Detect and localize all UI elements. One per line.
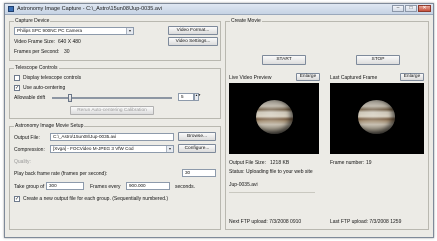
compression-select[interactable]: [Xvga] - FOCVideo M-JPEG 3 VfW Cod ▼ bbox=[50, 145, 174, 153]
last-captured-frame bbox=[330, 83, 424, 154]
status-text: Status: Uploading file to your web site bbox=[229, 169, 313, 175]
status-divider bbox=[229, 192, 315, 193]
window-title: Astronomy Image Capture - C:\_Astro\15un… bbox=[17, 6, 162, 12]
frame-number-value: 19 bbox=[366, 160, 372, 166]
capture-device-group: Capture Device Philips SPC 900NC PC Came… bbox=[9, 18, 221, 61]
display-controls-label: Display telescope controls bbox=[23, 75, 82, 81]
chevron-down-icon: ▼ bbox=[126, 28, 133, 34]
auto-centering-label: Use auto-centering bbox=[23, 85, 66, 91]
display-controls-checkbox[interactable] bbox=[14, 75, 20, 81]
browse-button[interactable]: Browse... bbox=[178, 132, 216, 141]
video-format-button[interactable]: Video Format... bbox=[168, 26, 218, 35]
next-ftp-upload: Next FTP upload: 7/3/2008 0910 bbox=[229, 219, 302, 225]
output-size-label: Output File Size: bbox=[229, 160, 266, 166]
enlarge-last-button[interactable]: Enlarge bbox=[400, 73, 424, 81]
telescope-controls-group: Telescope Controls Display telescope con… bbox=[9, 65, 221, 119]
new-file-checkbox[interactable]: ✓ bbox=[14, 196, 20, 202]
frames-every-field[interactable]: 900.000 bbox=[126, 182, 170, 190]
minimize-button[interactable]: – bbox=[392, 5, 404, 12]
jupiter-image bbox=[256, 100, 293, 134]
drift-label: Allowable drift bbox=[14, 95, 46, 101]
close-button[interactable]: ✕ bbox=[418, 5, 431, 12]
frame-size-label: Video Frame Size: bbox=[14, 39, 56, 45]
rerun-calibration-button[interactable]: Rerun Auto-centering Calibration bbox=[70, 106, 154, 115]
enlarge-live-button[interactable]: Enlarge bbox=[296, 73, 320, 81]
quality-label: Quality: bbox=[14, 159, 31, 165]
output-size-value: 1218 KB bbox=[270, 160, 290, 166]
telescope-controls-title: Telescope Controls bbox=[14, 65, 59, 71]
fps-label: Frames per Second: bbox=[14, 49, 60, 55]
device-select-value: Philips SPC 900NC PC Camera bbox=[17, 28, 83, 33]
frame-size-value: 640 X 480 bbox=[58, 39, 81, 45]
frame-number-label: Frame number: bbox=[330, 160, 365, 166]
drift-slider-thumb[interactable] bbox=[68, 94, 72, 102]
jupiter-image bbox=[358, 100, 395, 134]
seconds-label: seconds. bbox=[175, 184, 196, 190]
auto-centering-checkbox[interactable]: ✓ bbox=[14, 85, 20, 91]
playback-rate-field[interactable]: 30 bbox=[182, 169, 216, 177]
configure-button[interactable]: Configure... bbox=[178, 144, 216, 153]
frames-every-label: Frames every bbox=[90, 184, 121, 190]
device-select[interactable]: Philips SPC 900NC PC Camera ▼ bbox=[14, 27, 134, 35]
take-group-field[interactable]: 300 bbox=[46, 182, 84, 190]
maximize-button[interactable]: □ bbox=[405, 5, 417, 12]
create-movie-title: Create Movie bbox=[230, 18, 262, 24]
app-icon bbox=[8, 6, 14, 12]
new-file-label: Create a new output file for each group.… bbox=[23, 196, 169, 202]
start-button[interactable]: START bbox=[262, 55, 306, 65]
drift-spinner[interactable]: ▲▼ bbox=[194, 93, 201, 101]
movie-setup-group: Astronomy Image Movie Setup Output File:… bbox=[9, 123, 221, 230]
output-file-field[interactable]: C:\_Astro\15un08\Jup-0035.avi bbox=[50, 133, 174, 141]
current-file-text: Jup-0035.avi bbox=[229, 182, 258, 188]
create-movie-group: Create Movie START STOP Live Video Previ… bbox=[225, 18, 429, 230]
live-video-preview bbox=[229, 83, 319, 154]
capture-device-title: Capture Device bbox=[14, 18, 51, 24]
app-window: Astronomy Image Capture - C:\_Astro\15un… bbox=[4, 3, 434, 238]
compression-label: Compression: bbox=[14, 147, 45, 153]
movie-setup-title: Astronomy Image Movie Setup bbox=[14, 123, 85, 129]
drift-value-field[interactable]: 5 bbox=[178, 93, 194, 101]
last-frame-label: Last Captured Frame bbox=[330, 75, 378, 81]
compression-select-value: [Xvga] - FOCVideo M-JPEG 3 VfW Cod bbox=[53, 146, 134, 151]
stop-button[interactable]: STOP bbox=[356, 55, 400, 65]
title-bar[interactable]: Astronomy Image Capture - C:\_Astro\15un… bbox=[5, 4, 433, 15]
fps-value: 30 bbox=[64, 49, 70, 55]
live-preview-label: Live Video Preview bbox=[229, 75, 272, 81]
video-settings-button[interactable]: Video Settings... bbox=[168, 37, 218, 46]
playback-rate-label: Play back frame rate (frames per second)… bbox=[14, 171, 108, 177]
chevron-down-icon: ▼ bbox=[166, 146, 173, 152]
output-file-label: Output File: bbox=[14, 135, 40, 141]
take-group-label: Take group of bbox=[14, 184, 45, 190]
last-ftp-upload: Last FTP upload: 7/3/2008 1259 bbox=[330, 219, 402, 225]
